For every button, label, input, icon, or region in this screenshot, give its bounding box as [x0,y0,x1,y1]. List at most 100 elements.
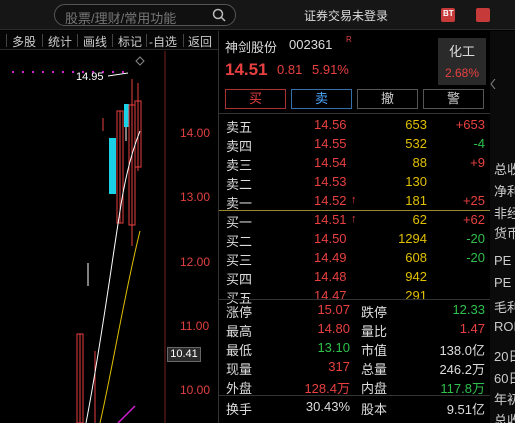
stat-value: 9.51亿 [446,402,485,417]
side-label: 净利 [494,184,515,199]
order-book-row: 卖五 14.56 653 +653 [219,116,490,135]
stat-label: 跌停 [361,305,388,320]
stat-label: 现量 [226,362,253,377]
price-tick: 13.00 [180,190,211,204]
stat-value: 15.07 [317,302,350,317]
stat-value: 138.0亿 [439,343,485,358]
stat-value: 30.43% [305,399,350,414]
toolbar-back[interactable]: 返回 [188,33,212,50]
level-delta: -20 [466,231,485,246]
level-price: 14.50 [314,231,347,246]
up-arrow-icon: ↑ [351,194,357,206]
side-label: PE [494,253,512,268]
side-label: 20日 [494,349,515,364]
stats-row: 最低 13.10 市值 138.0亿 [219,339,490,358]
stat-value: 13.10 [317,340,350,355]
divider [219,113,490,114]
login-status[interactable]: 证券交易未登录 [304,7,388,24]
order-book-row: 卖一 14.52 ↑ 181 +25 [219,192,490,211]
stat-label: 总量 [361,362,388,377]
sell-button[interactable]: 卖 [291,89,352,109]
kline-chart[interactable]: 14.95 14.00 13.00 12.00 11.00 10.00 10.4… [0,51,218,423]
level-volume: 653 [405,117,427,132]
side-label: 年初 [494,392,515,407]
level-delta: +62 [462,212,485,227]
stat-value: 14.80 [317,321,350,336]
sector-name: 化工 [448,44,475,59]
sector-box[interactable]: 化工 2.68% [438,38,486,85]
level-volume: 130 [405,174,427,189]
search-icon[interactable] [212,8,226,22]
side-info-strip[interactable]: 总收 净利 非经 货币 PE PE 毛利 ROI 20日 60日 年初 总收 [490,31,515,423]
order-book-row: 买四 14.48 942 [219,268,490,287]
toolbar-mark[interactable]: 标记 [118,33,142,50]
top-bar: 股票/理财/常用功能 证券交易未登录 BT [0,0,515,30]
level-price: 14.56 [314,117,347,132]
order-book-row: 卖四 14.55 532 -4 [219,135,490,154]
stat-label: 换手 [226,402,253,417]
level-volume: 88 [412,155,427,170]
side-label: 毛利 [494,300,515,315]
stat-value: 246.2万 [439,362,485,377]
menu-icon[interactable] [476,8,490,22]
level-price: 14.51 [314,212,347,227]
quote-panel: 神剑股份 002361 R 14.51 0.81 5.91% 化工 2.68% … [219,31,490,423]
price-change-pct: 5.91% [312,62,349,77]
stat-label: 最高 [226,324,253,339]
stats-row: 换手 30.43% 股本 9.51亿 [219,398,490,417]
toolbar-watchlist[interactable]: -自选 [149,33,177,50]
order-book-row: 买二 14.50 1294 -20 [219,230,490,249]
stat-value: 1.47 [459,321,485,336]
trade-icon[interactable]: BT [441,8,455,22]
order-book-row: 买一 14.51 ↑ 62 +62 [219,211,490,230]
price-tick: 10.00 [180,383,211,397]
level-name: 买一 [226,215,253,230]
stock-name[interactable]: 神剑股份 [225,37,277,56]
level-price: 14.49 [314,250,347,265]
level-name: 买二 [226,234,253,249]
side-label: ROI [494,319,515,334]
stat-label: 最低 [226,343,253,358]
order-book-row: 买三 14.49 608 -20 [219,249,490,268]
r-badge: R [346,35,352,44]
collapse-arrow-icon[interactable] [490,79,496,89]
level-delta: +25 [462,193,485,208]
cancel-order-button[interactable]: 撤 [357,89,418,109]
level-volume: 942 [405,269,427,284]
level-delta: -4 [473,136,485,151]
buy-button[interactable]: 买 [225,89,286,109]
toolbar-separator [77,34,78,47]
divider [219,299,490,300]
level-price: 14.52 [314,193,347,208]
toolbar-draw-line[interactable]: 画线 [83,33,107,50]
side-label: 60日 [494,371,515,386]
stats-row: 涨停 15.07 跌停 12.33 [219,301,490,320]
price-change: 0.81 [277,62,303,77]
level-name: 买三 [226,253,253,268]
high-price-label: 14.95 [76,71,104,83]
level-price: 14.48 [314,269,347,284]
price-tick: 11.00 [180,319,210,333]
toolbar-separator [112,34,113,47]
side-label: PE [494,275,512,290]
search-box[interactable]: 股票/理财/常用功能 [54,4,236,26]
candle-down-body [124,104,129,127]
level-volume: 62 [412,212,427,227]
toolbar-multi-stock[interactable]: 多股 [12,33,36,50]
side-label: 货币 [494,226,515,241]
level-delta: -20 [466,250,485,265]
level-volume: 1294 [398,231,427,246]
side-label: 非经 [494,206,515,221]
stat-value: 12.33 [452,302,485,317]
stats-row: 最高 14.80 量比 1.47 [219,320,490,339]
search-input[interactable]: 股票/理财/常用功能 [65,8,176,27]
alert-button[interactable]: 警 [423,89,484,109]
order-book-row: 卖三 14.54 88 +9 [219,154,490,173]
level-volume: 608 [405,250,427,265]
order-book-row: 卖二 14.53 130 [219,173,490,192]
toolbar-stats[interactable]: 统计 [48,33,72,50]
toolbar-separator [6,34,7,47]
level-price: 14.55 [314,136,347,151]
chart-toolbar: 多股 统计 画线 标记 -自选 返回 [0,31,218,50]
current-price-tag: 10.41 [167,347,201,362]
